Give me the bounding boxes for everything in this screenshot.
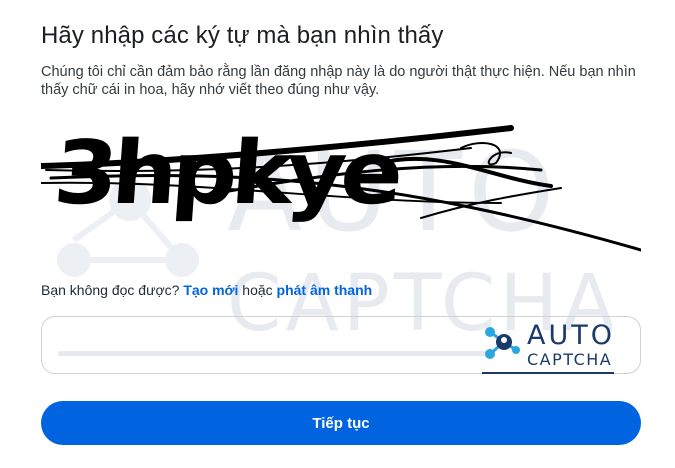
continue-button[interactable]: Tiếp tục bbox=[41, 401, 641, 445]
alternatives-prefix: Bạn không đọc được? bbox=[41, 282, 180, 298]
captcha-alternatives: Bạn không đọc được? Tạo mới hoặc phát âm… bbox=[41, 282, 372, 298]
badge-text-auto: AUTO bbox=[527, 320, 615, 351]
autocaptcha-badge: AUTO CAPTCHA bbox=[482, 318, 618, 374]
badge-text-captcha: CAPTCHA bbox=[527, 350, 613, 369]
captcha-image: 3hpkye bbox=[41, 108, 641, 258]
play-audio-link[interactable]: phát âm thanh bbox=[277, 282, 373, 298]
captcha-characters: 3hpkye bbox=[50, 123, 402, 224]
input-placeholder-bar bbox=[58, 351, 488, 356]
badge-underline bbox=[482, 372, 614, 374]
page-description: Chúng tôi chỉ cần đảm bảo rằng lần đăng … bbox=[41, 64, 636, 98]
alternatives-or: hoặc bbox=[242, 282, 273, 298]
page-title: Hãy nhập các ký tự mà bạn nhìn thấy bbox=[41, 22, 444, 49]
refresh-captcha-link[interactable]: Tạo mới bbox=[183, 282, 238, 298]
autocaptcha-network-icon bbox=[485, 327, 520, 359]
